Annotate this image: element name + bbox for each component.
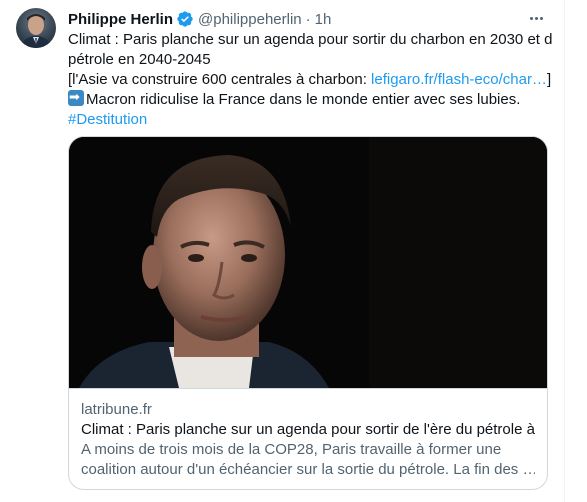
tweet[interactable]: Philippe Herlin @philippeherlin · 1h Cli… — [0, 0, 565, 502]
tweet-text-segment: Macron ridiculise la France dans le mond… — [86, 91, 521, 108]
article-link[interactable]: lefigaro.fr/flash-eco/char… — [371, 71, 547, 88]
right-arrow-emoji-icon — [68, 90, 84, 108]
card-image[interactable] — [69, 137, 547, 388]
tweet-text-segment: ] — [546, 71, 552, 88]
more-options-icon[interactable] — [526, 10, 546, 26]
avatar[interactable] — [16, 8, 56, 48]
card-description-line: A moins de trois mois de la COP28, Paris… — [81, 441, 502, 458]
card-title: Climat : Paris planche sur un agenda pou… — [81, 421, 535, 438]
card-meta[interactable]: latribune.fr Climat : Paris planche sur … — [69, 388, 547, 480]
separator-dot: · — [305, 10, 311, 28]
tweet-text-line: Climat : Paris planche sur un agenda pou… — [68, 31, 552, 48]
timestamp[interactable]: 1h — [315, 11, 332, 28]
card-domain: latribune.fr — [81, 401, 152, 418]
tweet-header: Philippe Herlin @philippeherlin · 1h — [68, 9, 548, 29]
verified-badge-icon[interactable] — [176, 10, 194, 28]
link-preview-card[interactable]: latribune.fr Climat : Paris planche sur … — [68, 136, 548, 490]
hashtag-link[interactable]: #Destitution — [68, 111, 147, 128]
avatar-portrait — [20, 14, 52, 48]
tweet-text-line: [l'Asie va construire 600 centrales à ch… — [68, 70, 552, 90]
card-portrait-image — [69, 137, 547, 388]
author-handle[interactable]: @philippeherlin — [198, 11, 302, 28]
card-description-line: coalition autour d'un échéancier sur la … — [81, 461, 535, 478]
tweet-text-line: pétrole en 2040-2045 — [68, 51, 211, 68]
tweet-text-line: #Destitution — [68, 110, 552, 130]
tweet-text: Climat : Paris planche sur un agenda pou… — [68, 30, 552, 130]
author-name[interactable]: Philippe Herlin — [68, 11, 173, 28]
tweet-text-segment: [l'Asie va construire 600 centrales à ch… — [68, 71, 372, 88]
tweet-text-line: Macron ridiculise la France dans le mond… — [68, 90, 552, 110]
